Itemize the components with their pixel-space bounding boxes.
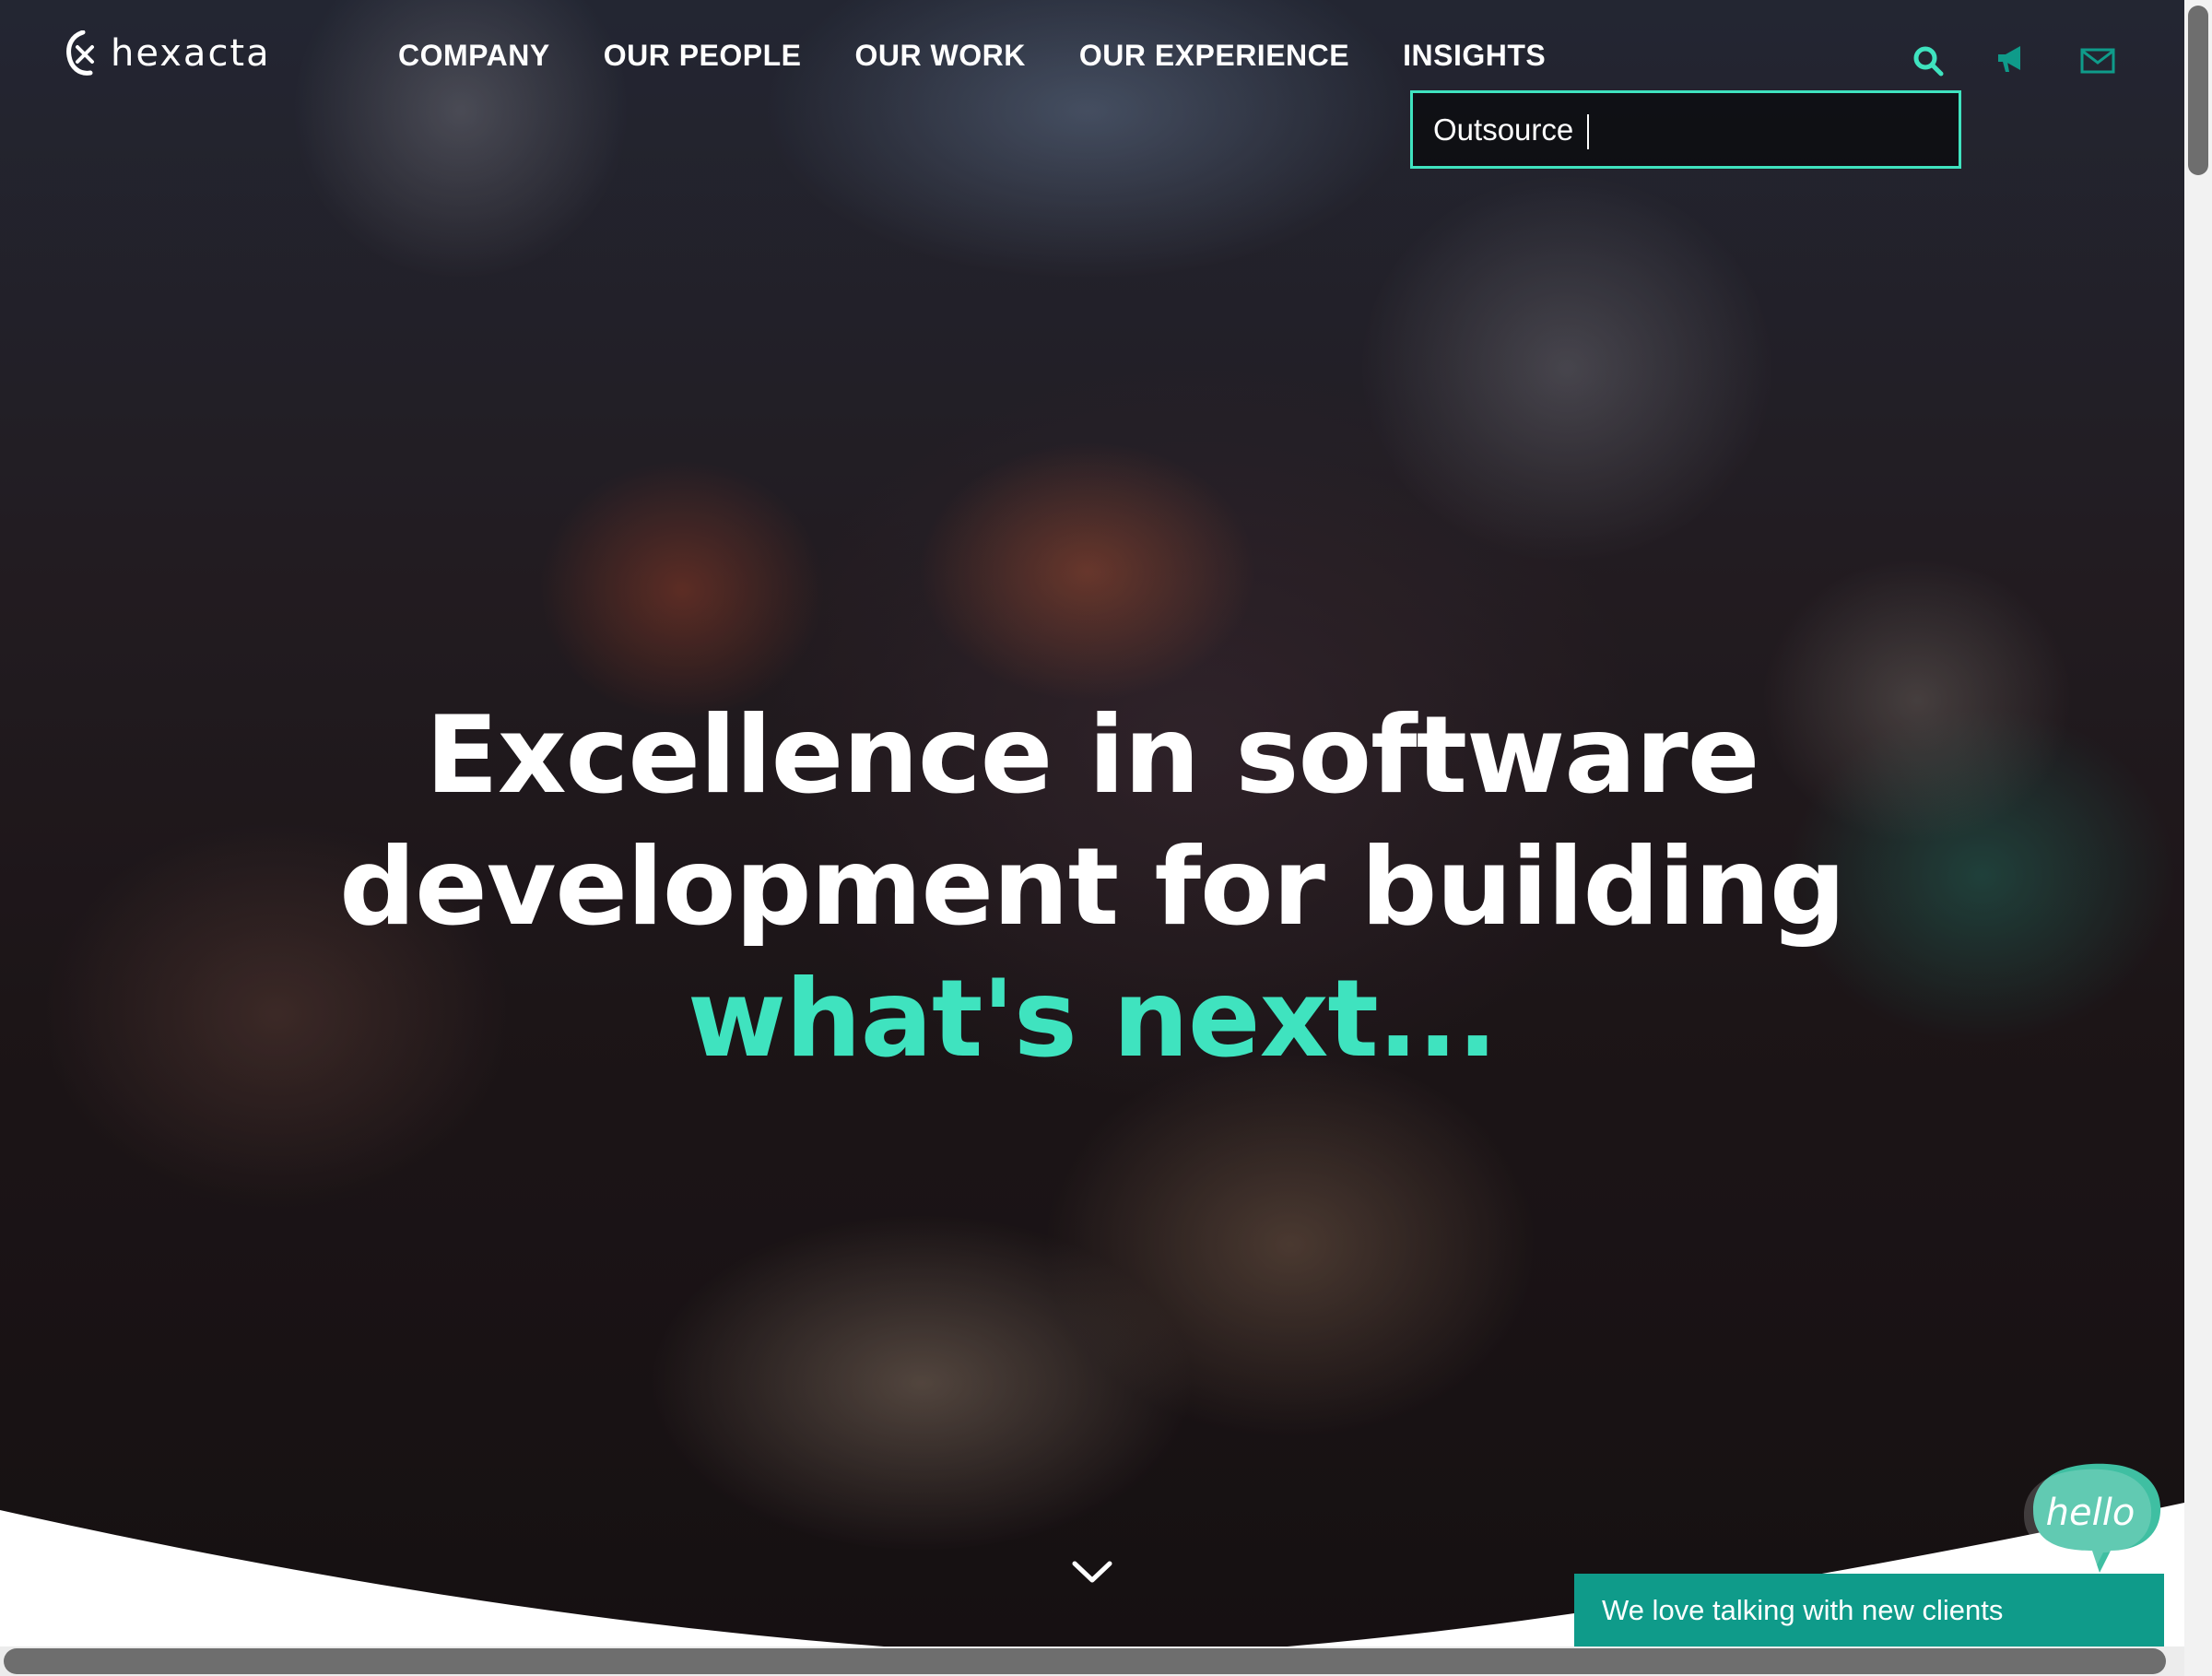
- chat-hello-bubble[interactable]: hello: [2015, 1455, 2170, 1580]
- vertical-scrollbar-thumb[interactable]: [2188, 6, 2208, 175]
- logo-text: hexacta: [111, 32, 271, 75]
- search-input[interactable]: [1433, 112, 1959, 148]
- logo[interactable]: hexacta: [65, 28, 271, 79]
- horizontal-scrollbar-thumb[interactable]: [4, 1648, 2166, 1674]
- megaphone-icon[interactable]: [1994, 42, 2028, 76]
- nav-item-our-work[interactable]: OUR WORK: [855, 39, 1026, 73]
- envelope-icon[interactable]: [2079, 44, 2116, 77]
- text-caret: [1587, 114, 1589, 149]
- nav-item-our-experience[interactable]: OUR EXPERIENCE: [1079, 39, 1349, 73]
- chat-bar[interactable]: We love talking with new clients: [1574, 1574, 2164, 1647]
- hero-headline: Excellence in software development for b…: [0, 690, 2184, 1085]
- nav-item-insights[interactable]: INSIGHTS: [1403, 39, 1546, 73]
- nav-item-our-people[interactable]: OUR PEOPLE: [604, 39, 802, 73]
- search-box[interactable]: [1410, 90, 1961, 169]
- hero-line-3: what's next...: [687, 957, 1498, 1081]
- hero-line-1: Excellence in software: [425, 693, 1760, 818]
- search-icon[interactable]: [1912, 44, 1945, 77]
- chat-bubble-text: hello: [2046, 1492, 2136, 1534]
- hero-line-2: development for building: [339, 825, 1846, 950]
- main-nav: COMPANY OUR PEOPLE OUR WORK OUR EXPERIEN…: [398, 39, 1599, 73]
- vertical-scrollbar-track[interactable]: [2184, 0, 2212, 1676]
- logo-mark-icon: [66, 30, 94, 76]
- chevron-down-icon[interactable]: [1071, 1558, 1113, 1586]
- chat-bar-text: We love talking with new clients: [1602, 1594, 2004, 1626]
- nav-item-company[interactable]: COMPANY: [398, 39, 550, 73]
